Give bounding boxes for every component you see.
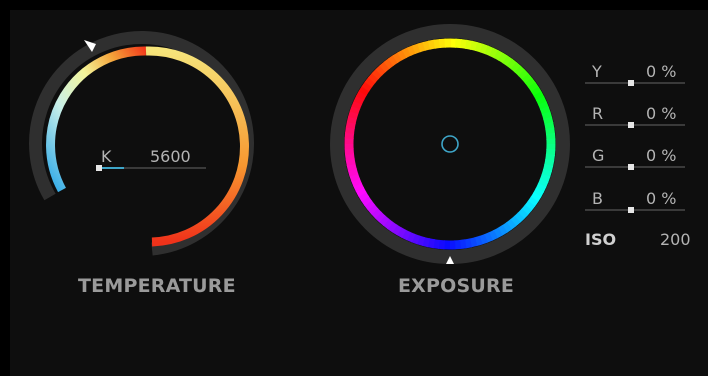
wheels-canvas [29,24,570,264]
temperature-slider-fill [102,167,124,169]
channel-y-label: Y [592,62,602,81]
channel-y-value[interactable]: 0 % [646,62,676,81]
channel-r-label: R [592,104,604,123]
temperature-slider-knob[interactable] [96,165,102,171]
channel-g-track[interactable] [585,166,685,168]
temperature-unit-label: K [101,147,112,166]
exposure-wheel[interactable] [330,24,570,264]
exposure-hue-ring [344,38,556,250]
temperature-title: TEMPERATURE [78,275,236,297]
channel-b-track[interactable] [585,209,685,211]
temperature-value[interactable]: 5600 [150,147,191,166]
exposure-ring-track [330,24,570,264]
channel-b-label: B [592,189,603,208]
exposure-title: EXPOSURE [398,275,515,297]
channel-y-track[interactable] [585,82,685,84]
channel-b-value[interactable]: 0 % [646,189,676,208]
channel-y-knob[interactable] [628,80,634,86]
iso-value[interactable]: 200 [660,230,691,249]
channel-g-value[interactable]: 0 % [646,146,676,165]
exposure-center-marker[interactable] [441,135,459,153]
channel-r-knob[interactable] [628,122,634,128]
channel-g-label: G [592,146,605,165]
channel-r-value[interactable]: 0 % [646,104,676,123]
channel-g-knob[interactable] [628,164,634,170]
iso-label: ISO [585,230,617,249]
channel-r-track[interactable] [585,124,685,126]
channel-b-knob[interactable] [628,207,634,213]
temperature-wheel[interactable] [29,31,254,256]
